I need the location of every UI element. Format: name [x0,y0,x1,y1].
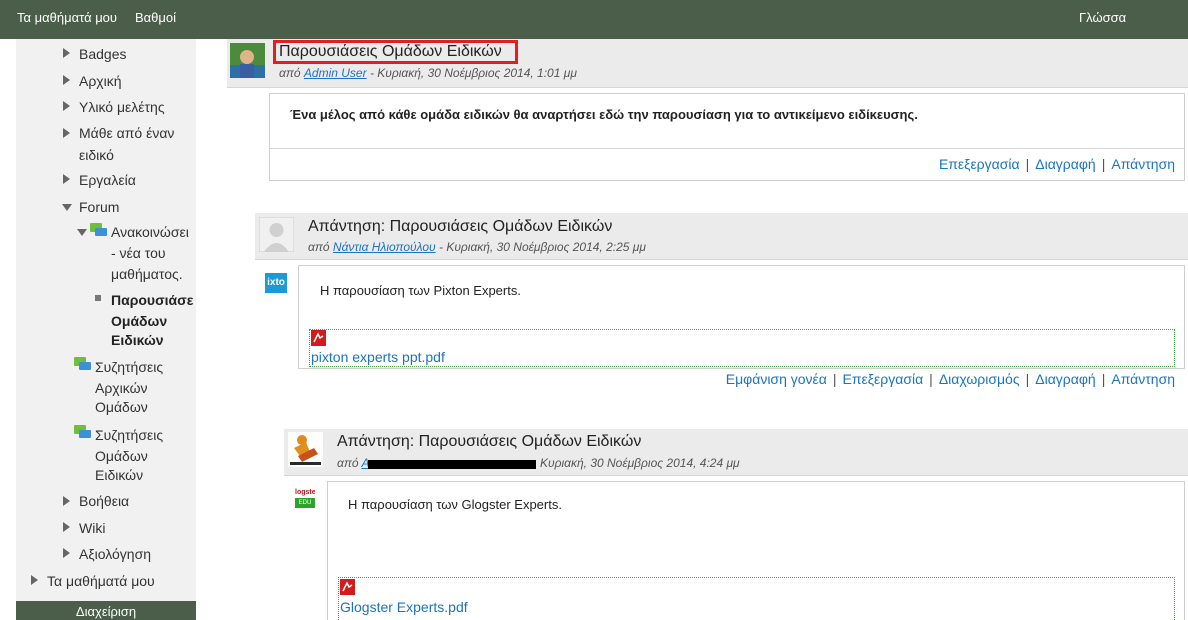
author-prefix: από [308,240,330,254]
sidebar-item-label[interactable]: Ομάδων [95,398,148,417]
sidebar-item-label[interactable]: Wiki [79,519,105,538]
divider [270,148,1184,149]
delete-link[interactable]: Διαγραφή [1035,371,1095,387]
post-subject: Απάντηση: Παρουσιάσεις Ομάδων Ειδικών [308,218,613,235]
admin-block-header[interactable]: Διαχείριση [16,601,196,620]
show-parent-link[interactable]: Εμφάνιση γονέα [726,371,827,387]
post-author-line: από Admin User - Κυριακή, 30 Νοέμβριος 2… [279,66,577,80]
glogster-logo: logste EDU [295,488,315,508]
edit-link[interactable]: Επεξεργασία [939,156,1020,172]
post-message: Η παρουσίαση των Pixton Experts. [320,283,521,298]
bullet-icon [95,295,101,301]
sidebar-item-label: Ειδικών [111,332,164,348]
edit-link[interactable]: Επεξεργασία [843,371,924,387]
author-link[interactable]: Νάντια Ηλιοπούλου [333,240,436,254]
author-prefix: από [279,66,301,80]
nav-language[interactable]: Γλώσσα [1079,10,1126,25]
sidebar-item-label[interactable]: Υλικό μελέτης [79,98,165,117]
sidebar-item-label[interactable]: Αρχικών [95,379,148,398]
expand-arrow-icon[interactable] [63,522,70,532]
redaction-bar [368,460,536,469]
sidebar-item-label[interactable]: Badges [79,45,126,64]
reply-link[interactable]: Απάντηση [1111,156,1175,172]
expand-arrow-icon[interactable] [63,128,70,138]
forum-icon [90,223,107,236]
expand-arrow-icon[interactable] [63,48,70,58]
sidebar-item-label[interactable]: ειδικό [79,146,114,165]
nav-grades[interactable]: Βαθμοί [135,10,176,25]
expand-arrow-icon[interactable] [63,174,70,184]
pixton-logo: ixto [265,273,287,293]
sidebar-item-label[interactable]: Μάθε από έναν [79,124,174,143]
sidebar-item-label[interactable]: μαθήματος. [111,265,183,284]
glogster-logo-edu: EDU [295,498,315,508]
split-link[interactable]: Διαχωρισμός [939,371,1020,387]
post-subject: Παρουσιάσεις Ομάδων Ειδικών [279,43,502,60]
sidebar-item-label[interactable]: Εργαλεία [79,171,136,190]
post-date: - Κυριακή, 30 Νοέμβριος 2014, 1:01 μμ [369,66,577,80]
sidebar-item-label[interactable]: Συζητήσεις [95,426,163,445]
collapse-arrow-icon[interactable] [77,229,87,236]
glogster-logo-text: logste [295,489,315,496]
user-avatar[interactable] [259,217,294,252]
attachment-link[interactable]: Glogster Experts.pdf [340,599,468,615]
nav-my-courses[interactable]: Τα μαθήματά μου [17,10,117,25]
reply-link[interactable]: Απάντηση [1111,371,1175,387]
expand-arrow-icon[interactable] [63,548,70,558]
post-author-line: από Νάντια Ηλιοπούλου - Κυριακή, 30 Νοέμ… [308,240,646,254]
expand-arrow-icon[interactable] [63,75,70,85]
post-message: Η παρουσίαση των Glogster Experts. [348,497,562,512]
post-commands: Επεξεργασία | Διαγραφή | Απάντηση [938,156,1175,172]
user-avatar[interactable] [230,43,265,78]
expand-arrow-icon[interactable] [63,496,70,506]
sidebar-item-label[interactable]: Ειδικών [95,466,143,485]
sidebar-item-label[interactable]: Τα μαθήματά μου [47,572,155,591]
author-link[interactable]: Admin User [304,66,367,80]
sidebar-item-label[interactable]: Συζητήσεις [95,358,163,377]
sidebar-item-label[interactable]: Αξιολόγηση [79,545,151,564]
post-subject: Απάντηση: Παρουσιάσεις Ομάδων Ειδικών [337,433,642,450]
sidebar-item-label: Ομάδων [111,313,168,329]
author-prefix: από [337,456,359,470]
delete-link[interactable]: Διαγραφή [1035,156,1095,172]
expand-arrow-icon[interactable] [63,101,70,111]
user-avatar[interactable] [288,432,323,467]
attachment-link[interactable]: pixton experts ppt.pdf [311,349,445,365]
sidebar-item-label[interactable]: Ανακοινώσει [111,223,189,242]
sidebar-item-label[interactable]: - νέα του [111,244,166,263]
sidebar-item-label: Παρουσιάσε [111,292,194,308]
post-commands: Εμφάνιση γονέα | Επεξεργασία | Διαχωρισμός | Δ… [725,371,1175,387]
pdf-icon [311,330,326,346]
sidebar-item-label[interactable]: Βοήθεια [79,492,129,511]
collapse-arrow-icon[interactable] [62,204,72,211]
pdf-icon [340,579,355,595]
post-message: Ένα μέλος από κάθε ομάδα ειδικών θα αναρ… [290,107,918,122]
sidebar-item-label[interactable]: Ομάδων [95,447,148,466]
post-author-line: από Α [337,456,369,470]
top-navbar: Τα μαθήματά μου Βαθμοί Γλώσσα [0,0,1188,39]
expand-arrow-icon[interactable] [31,575,38,585]
post-date: Κυριακή, 30 Νοέμβριος 2014, 4:24 μμ [540,456,740,470]
post-date: - Κυριακή, 30 Νοέμβριος 2014, 2:25 μμ [438,240,646,254]
sidebar-item-label[interactable]: Αρχική [79,72,122,91]
forum-icon [74,425,91,438]
forum-icon [74,357,91,370]
sidebar-item-label[interactable]: Forum [79,198,119,217]
